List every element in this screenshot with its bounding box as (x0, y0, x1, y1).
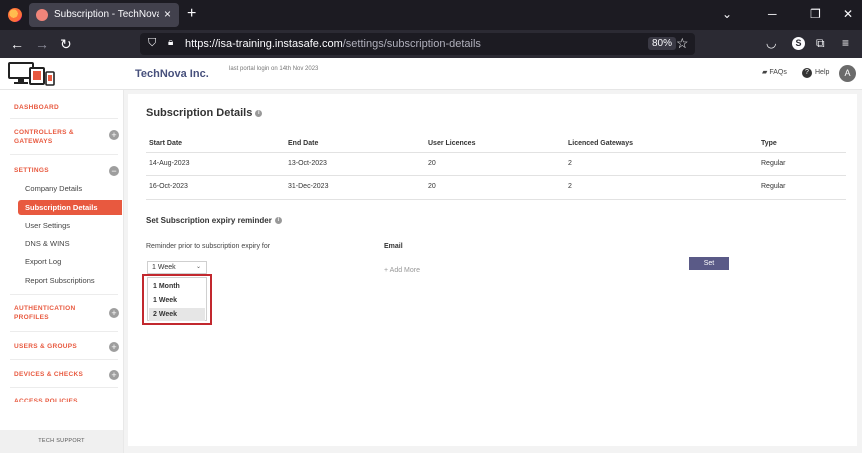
account-icon[interactable]: S (792, 37, 805, 50)
browser-tab[interactable]: Subscription - TechNova Inc. | InstaSafe… (29, 3, 179, 27)
sidebar-item-subscription-details[interactable]: Subscription Details (18, 200, 122, 215)
table-cell: 13-Oct-2023 (288, 160, 327, 167)
table-divider (146, 175, 846, 176)
divider (10, 331, 118, 332)
table-cell: 20 (428, 183, 436, 190)
tech-support-link[interactable]: TECH SUPPORT (0, 430, 123, 453)
reminder-period-select[interactable]: 1 Week ⌄ (147, 261, 207, 274)
page-title: Subscription Details i (146, 107, 263, 119)
forward-icon[interactable]: → (35, 35, 49, 53)
tab-list-chevron-icon[interactable]: ⌄ (722, 6, 732, 22)
divider (10, 118, 118, 119)
reminder-label: Reminder prior to subscription expiry fo… (146, 243, 271, 250)
divider (10, 294, 118, 295)
restore-icon[interactable]: ❐ (810, 6, 821, 22)
sidebar-item-user-settings[interactable]: User Settings (25, 221, 70, 231)
table-divider (146, 199, 846, 200)
reload-icon[interactable]: ↻ (60, 35, 72, 53)
pocket-icon[interactable]: ◡ (766, 36, 776, 50)
divider (10, 154, 118, 155)
sidebar-item-access-policies[interactable]: ACCESS POLICIES (14, 397, 78, 402)
table-cell: Regular (761, 160, 786, 167)
url-text[interactable]: https://isa-training.instasafe.com/setti… (185, 38, 481, 50)
sidebar-item-company-details[interactable]: Company Details (25, 184, 82, 194)
extensions-icon[interactable]: ⧉ (816, 36, 825, 50)
main-content: Subscription Details i Start Date End Dat… (124, 90, 862, 453)
sidebar-item-authentication-profiles[interactable]: AUTHENTICATION PROFILES (14, 304, 76, 322)
help-icon: ? (802, 68, 812, 78)
sidebar-item-devices-checks[interactable]: DEVICES & CHECKS (14, 370, 83, 379)
table-cell: 2 (568, 183, 572, 190)
last-login-text: last portal login on 14th Nov 2023 (229, 66, 319, 72)
expand-icon[interactable]: + (109, 130, 119, 140)
browser-nav-bar: ← → ↻ ⛉ 🔒︎ https://isa-training.instasaf… (0, 30, 862, 58)
option-2-week[interactable]: 2 Week (149, 308, 205, 321)
app-header: TechNova Inc. last portal login on 14th … (0, 58, 862, 90)
sidebar-item-controllers[interactable]: CONTROLLERS & GATEWAYS (14, 128, 74, 146)
zoom-level-button[interactable]: 80% (648, 37, 677, 50)
email-label: Email (384, 243, 403, 250)
column-header-end-date: End Date (288, 140, 319, 147)
user-avatar[interactable]: A (839, 65, 856, 82)
table-cell: 14-Aug-2023 (149, 160, 190, 167)
sidebar-item-export-log[interactable]: Export Log (25, 257, 61, 267)
sidebar-item-users-groups[interactable]: USERS & GROUPS (14, 342, 77, 351)
column-header-start-date: Start Date (149, 140, 183, 147)
tab-title: Subscription - TechNova Inc. | InstaSafe (54, 9, 159, 20)
help-link[interactable]: ? Help (802, 68, 829, 78)
company-name: TechNova Inc. (135, 68, 209, 80)
back-icon[interactable]: ← (10, 35, 24, 53)
window-close-icon[interactable]: ✕ (843, 6, 853, 22)
chevron-down-icon: ⌄ (195, 264, 201, 270)
option-1-week[interactable]: 1 Week (149, 294, 205, 307)
info-icon[interactable]: i (255, 109, 263, 117)
divider (10, 387, 118, 388)
expand-icon[interactable]: + (109, 370, 119, 380)
new-tab-icon[interactable]: + (187, 5, 196, 23)
divider (10, 359, 118, 360)
faqs-link[interactable]: ▰ FAQs (762, 68, 787, 76)
address-bar[interactable]: ⛉ 🔒︎ https://isa-training.instasafe.com/… (140, 33, 695, 55)
minimize-icon[interactable]: ─ (768, 6, 777, 22)
table-cell: Regular (761, 183, 786, 190)
column-header-licenced-gateways: Licenced Gateways (568, 140, 633, 147)
table-cell: 16-Oct-2023 (149, 183, 188, 190)
sidebar: DASHBOARD CONTROLLERS & GATEWAYS + SETTIN… (0, 90, 124, 453)
lock-icon[interactable]: 🔒︎ (168, 37, 173, 48)
browser-tab-bar: Subscription - TechNova Inc. | InstaSafe… (0, 0, 862, 30)
devices-logo-icon[interactable] (8, 61, 56, 87)
add-more-email-link[interactable]: + Add More (384, 267, 420, 274)
expand-icon[interactable]: + (109, 308, 119, 318)
reminder-period-dropdown: 1 Month 1 Week 2 Week (147, 277, 207, 321)
sidebar-item-dns-wins[interactable]: DNS & WINS (25, 239, 70, 249)
favicon-icon (36, 9, 48, 21)
table-cell: 2 (568, 160, 572, 167)
table-cell: 20 (428, 160, 436, 167)
option-1-month[interactable]: 1 Month (149, 280, 205, 293)
sidebar-item-settings[interactable]: SETTINGS (14, 166, 49, 175)
bookmark-star-icon[interactable]: ☆ (676, 35, 689, 52)
table-divider (146, 152, 846, 153)
menu-icon[interactable]: ≡ (842, 36, 849, 50)
expand-icon[interactable]: + (109, 342, 119, 352)
shield-icon[interactable]: ⛉ (148, 37, 156, 50)
table-cell: 31-Dec-2023 (288, 183, 329, 190)
sidebar-item-dashboard[interactable]: DASHBOARD (14, 103, 59, 112)
column-header-type: Type (761, 140, 777, 147)
reminder-section-title: Set Subscription expiry reminder i (146, 216, 282, 225)
collapse-icon[interactable]: − (109, 166, 119, 176)
firefox-icon[interactable] (8, 8, 22, 22)
close-tab-icon[interactable]: × (164, 7, 171, 21)
sidebar-item-report-subscriptions[interactable]: Report Subscriptions (25, 276, 95, 286)
set-button[interactable]: Set (689, 257, 729, 270)
subscription-card: Subscription Details i Start Date End Dat… (128, 94, 857, 446)
info-icon[interactable]: i (274, 217, 282, 225)
column-header-user-licences: User Licences (428, 140, 476, 147)
